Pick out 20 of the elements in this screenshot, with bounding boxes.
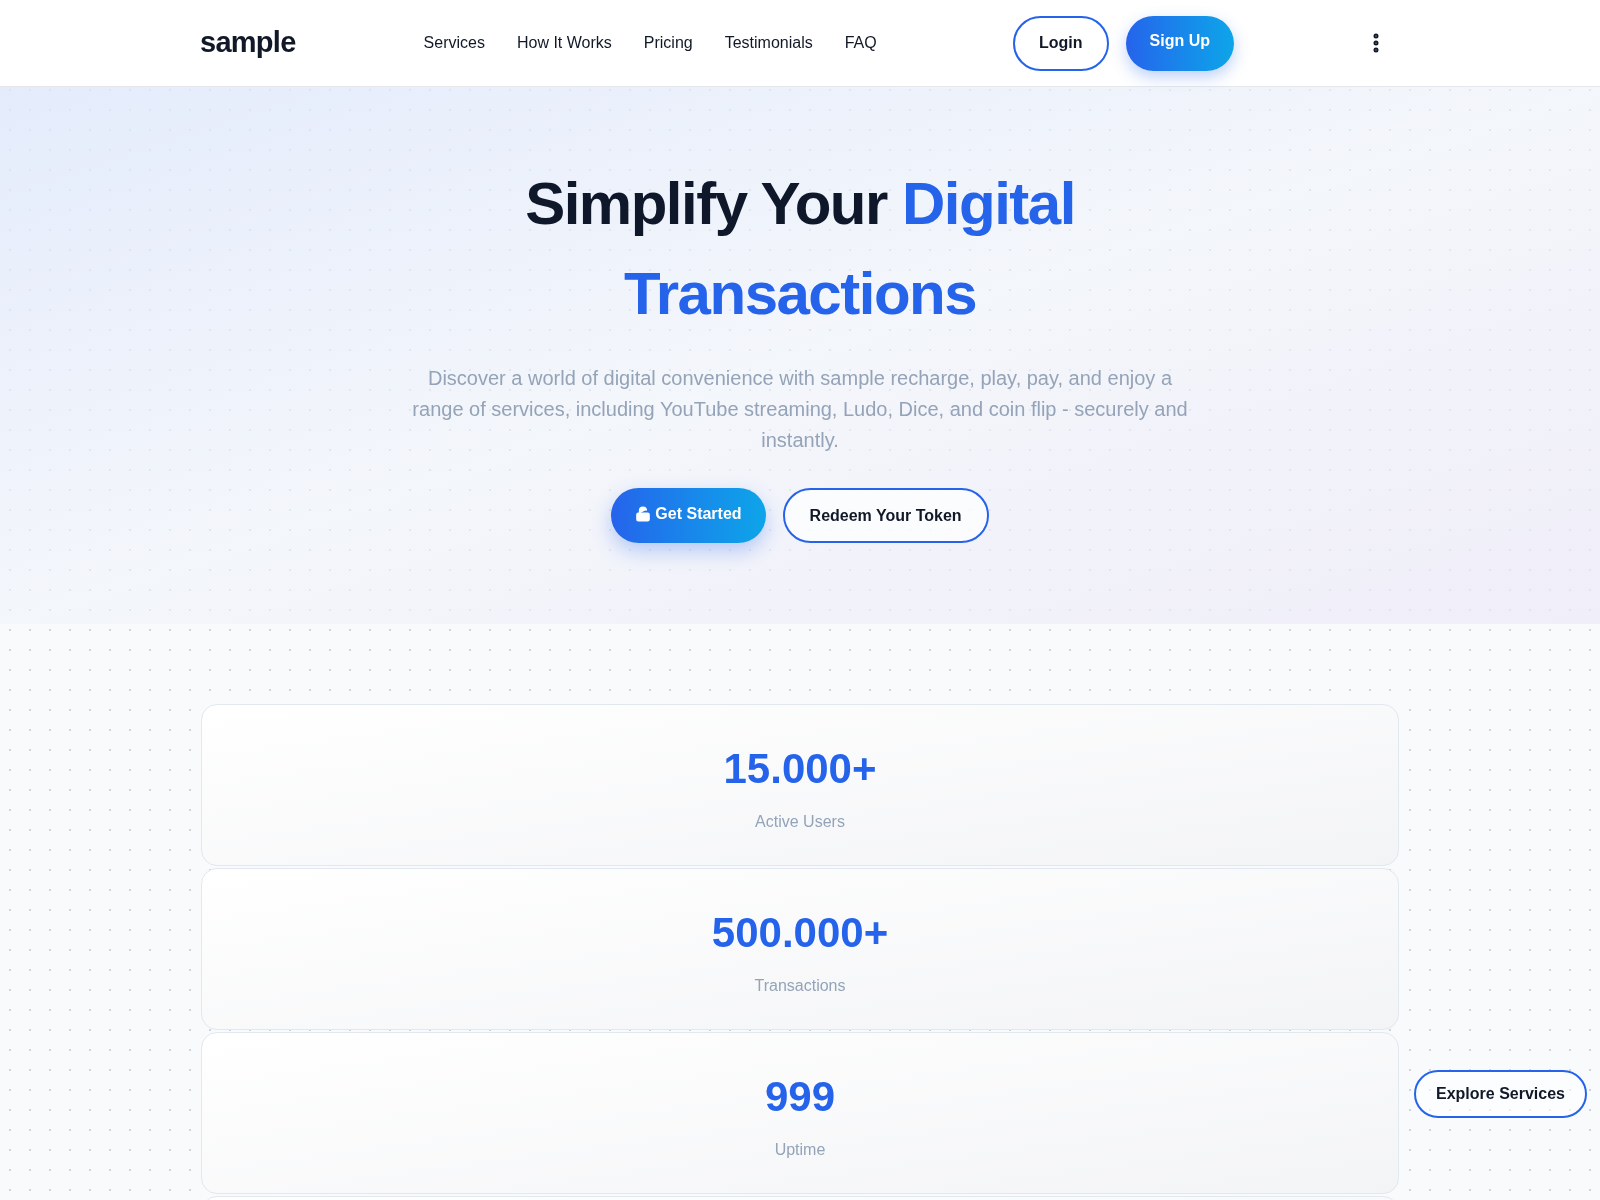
- hero-headline: Simplify Your Digital Transactions: [524, 169, 1076, 329]
- explore-services-button[interactable]: Explore Services: [1414, 1070, 1587, 1118]
- redeem-token-button[interactable]: Redeem Your Token: [782, 488, 989, 543]
- stat-label: Uptime: [774, 1140, 826, 1160]
- nav-link[interactable]: Pricing: [643, 31, 693, 55]
- logo[interactable]: sample: [200, 21, 296, 65]
- stat-value: 500.000+: [711, 909, 889, 957]
- get-started-button[interactable]: Get Started: [611, 488, 766, 543]
- stat-value: 15.000+: [723, 745, 877, 793]
- nav-link[interactable]: Testimonials: [724, 31, 813, 55]
- nav-link[interactable]: How It Works: [516, 31, 612, 55]
- nav-link[interactable]: Services: [423, 31, 485, 55]
- nav-link[interactable]: FAQ: [844, 31, 877, 55]
- stat-label: Active Users: [755, 812, 845, 832]
- login-button[interactable]: Login: [1013, 15, 1109, 71]
- sign-up-button[interactable]: Sign Up: [1125, 15, 1234, 71]
- stat-label: Transactions: [754, 976, 846, 996]
- unlock-icon: [635, 506, 652, 522]
- stat-value: 999: [764, 1073, 836, 1121]
- hero-description: Discover a world of digital convenience with sample recharge, play, pay, and enjoy a range of services, including YouTube streaming, Ludo, Dice, and coin flip - securely and instantly.: [411, 366, 1189, 453]
